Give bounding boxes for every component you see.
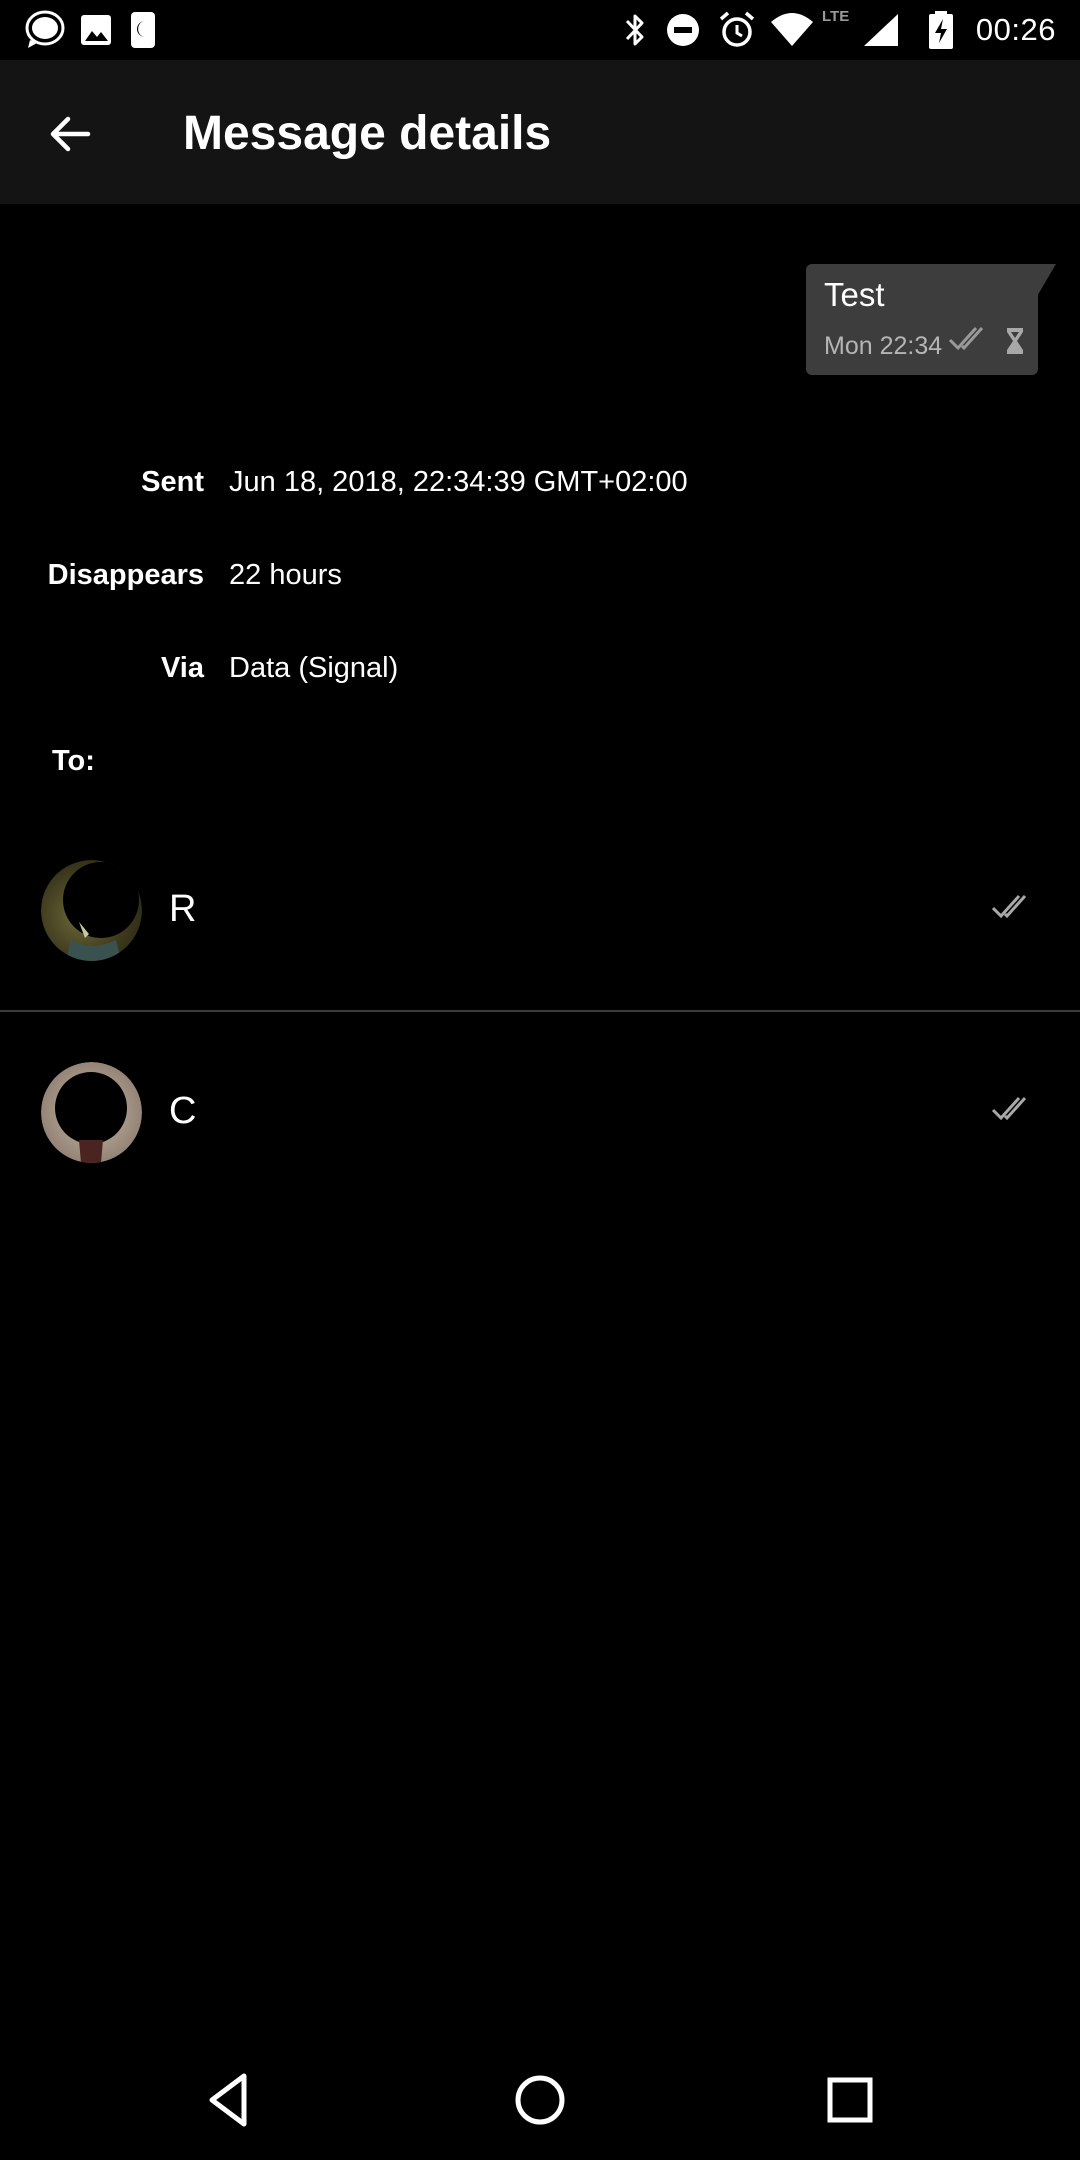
sent-value: Jun 18, 2018, 22:34:39 GMT+02:00	[229, 466, 688, 498]
bluetooth-icon	[622, 10, 648, 55]
nav-recents-button[interactable]	[818, 2068, 882, 2132]
alarm-icon	[718, 10, 756, 55]
hourglass-icon	[1004, 326, 1026, 361]
night-mode-icon	[130, 10, 156, 55]
to-label: To:	[52, 745, 95, 777]
nav-home-button[interactable]	[508, 2068, 572, 2132]
via-label: Via	[160, 652, 204, 684]
nav-recents-icon	[827, 2077, 873, 2123]
message-time: Mon 22:34	[824, 332, 943, 360]
recipient-name: C	[169, 1090, 197, 1132]
detail-disappears: Disappears 22 hours	[0, 559, 1080, 599]
bubble-tail	[1036, 264, 1058, 305]
recipient-name: R	[169, 888, 197, 930]
arrow-left-icon	[50, 116, 91, 152]
wifi-icon	[770, 10, 814, 55]
nav-home-icon	[515, 2075, 565, 2125]
detail-sent: Sent Jun 18, 2018, 22:34:39 GMT+02:00	[0, 466, 1080, 506]
disappears-label: Disappears	[47, 559, 204, 591]
message-text: Test	[824, 276, 885, 313]
status-time: 00:26	[975, 12, 1056, 47]
avatar	[41, 860, 142, 961]
do-not-disturb-icon	[665, 10, 701, 55]
signal-app-icon	[24, 10, 66, 55]
double-check-icon	[948, 324, 996, 359]
recipient-row[interactable]: R	[0, 810, 1080, 1010]
status-bar: LTE 00:26	[0, 0, 1080, 60]
detail-via: Via Data (Signal)	[0, 652, 1080, 692]
avatar	[41, 1062, 142, 1163]
disappears-value: 22 hours	[229, 559, 342, 591]
recipient-row[interactable]: C	[0, 1012, 1080, 1212]
image-icon	[80, 10, 112, 55]
page-title: Message details	[183, 107, 552, 160]
back-button[interactable]	[34, 98, 106, 170]
battery-charging-icon	[928, 10, 954, 55]
double-check-icon	[991, 892, 1039, 927]
via-value: Data (Signal)	[229, 652, 399, 684]
double-check-icon	[991, 1094, 1039, 1129]
toolbar: Message details	[0, 60, 1080, 204]
nav-back-button[interactable]	[198, 2068, 262, 2132]
sent-label: Sent	[141, 466, 204, 498]
nav-back-icon	[209, 2073, 247, 2127]
message-bubble[interactable]: Test Mon 22:34	[806, 264, 1038, 375]
navigation-bar	[0, 2040, 1080, 2160]
